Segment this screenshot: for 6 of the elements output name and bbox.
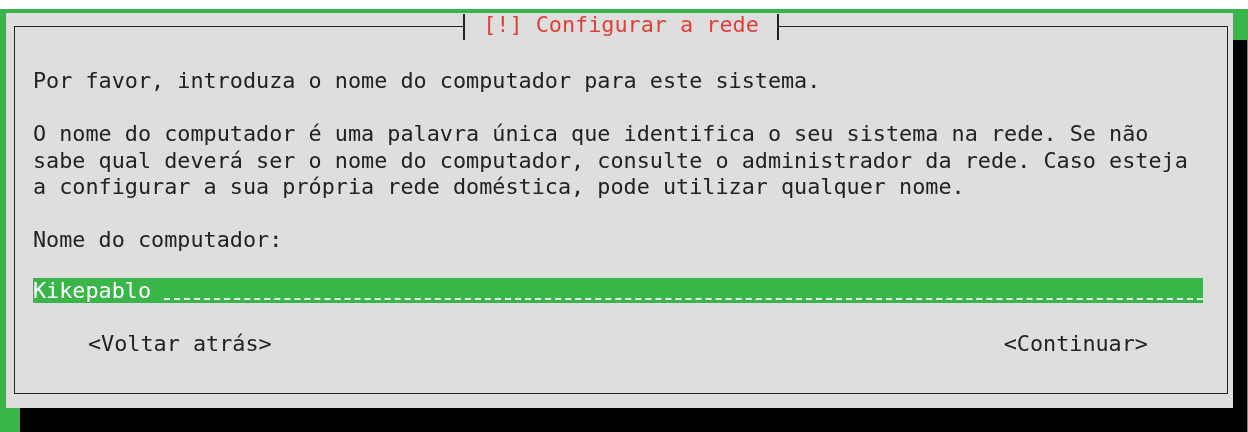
continue-button[interactable]: <Continuar> [1003,330,1148,357]
field-label: Nome do computador: [33,227,284,254]
instruction-text: Por favor, introduza o nome do computador para este sistema. [33,68,822,95]
instruction-text: O nome do computador é uma palavra única que identifica o seu sistema na rede. Se não sabe qual deverá ser o nome do computador, consulte o administrador da rede. Caso esteja a configurar a sua própria rede doméstica, pode utilizar qualquer nome. [33,121,1189,201]
back-button[interactable]: <Voltar atrás> [88,330,272,357]
dialog-title: [!] Configurar a rede [463,14,779,40]
